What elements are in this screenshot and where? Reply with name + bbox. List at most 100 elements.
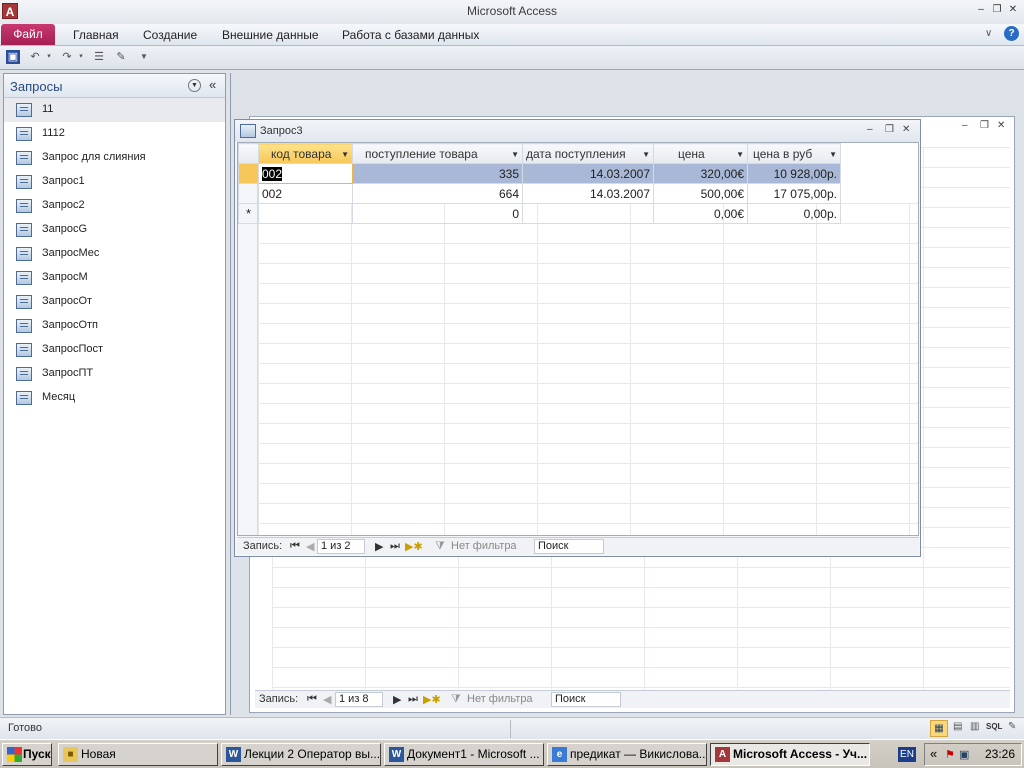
record-position-input[interactable]: 1 из 8 [335,692,383,707]
network-icon[interactable]: ▣ [959,748,969,761]
ribbon-collapse-icon[interactable]: ∨ [985,28,992,39]
tab-home[interactable]: Главная [73,28,119,42]
table-cell[interactable]: 320,00€ [653,163,748,184]
column-header[interactable]: код товара ▼ [258,143,353,164]
new-record-icon[interactable]: ▶✱ [405,540,423,553]
table-cell[interactable]: 002 [258,163,353,184]
save-icon[interactable]: ▣ [6,50,20,64]
nav-item-query[interactable]: ЗапросМес [4,242,225,266]
redo-dropdown-icon[interactable]: ▾ [74,50,88,64]
design-view-icon[interactable]: ✎ [1008,721,1016,732]
column-header[interactable]: дата поступления ▼ [522,143,654,164]
table-cell[interactable]: 335 [352,163,523,184]
table-cell[interactable]: 500,00€ [653,183,748,204]
record-position-input[interactable]: 1 из 2 [317,539,365,554]
first-record-icon[interactable]: ⏮ [290,540,300,553]
tab-database-tools[interactable]: Работа с базами данных [342,28,479,42]
column-header[interactable]: поступление товара ▼ [352,143,523,164]
table-cell[interactable]: 0,00р. [747,203,841,224]
table-row[interactable]: 002 335 14.03.2007 320,00€ 10 928,00р. [238,163,841,184]
column-dropdown-icon[interactable]: ▼ [511,150,519,159]
table-cell[interactable] [258,203,353,224]
table-cell[interactable]: 664 [352,183,523,204]
tab-external-data[interactable]: Внешние данные [222,28,319,42]
new-record-icon[interactable]: ▶✱ [423,693,441,706]
column-header[interactable]: цена в руб ▼ [747,143,841,164]
close-icon[interactable]: ✕ [902,124,910,135]
taskbar-item-word[interactable]: W Лекции 2 Оператор вы... [221,743,381,766]
table-cell[interactable]: 0 [352,203,523,224]
edit-icon[interactable]: ✎ [114,50,128,64]
taskbar-item-word[interactable]: W Документ1 - Microsoft ... [384,743,544,766]
tab-file[interactable]: Файл [1,24,55,45]
nav-item-query[interactable]: 1112 [4,122,225,146]
back-minimize-icon[interactable]: – [962,120,968,131]
search-input[interactable]: Поиск [551,692,621,707]
nav-menu-dropdown-icon[interactable]: ▼ [188,79,201,92]
minimize-icon[interactable]: – [867,124,873,135]
pivot-chart-view-icon[interactable]: ▥ [970,721,979,732]
first-record-icon[interactable]: ⏮ [307,693,317,706]
column-dropdown-icon[interactable]: ▼ [341,150,349,159]
select-all-corner[interactable] [238,143,259,164]
properties-icon[interactable]: ☰ [92,50,106,64]
nav-pane-header[interactable]: Запросы ▼ « [4,74,225,98]
column-dropdown-icon[interactable]: ▼ [642,150,650,159]
back-restore-icon[interactable]: ❐ [980,120,989,131]
nav-item-query[interactable]: ЗапросОтп [4,314,225,338]
taskbar-item-access[interactable]: A Microsoft Access - Уч... [710,743,870,766]
security-icon[interactable]: ⚑ [945,748,955,761]
language-indicator[interactable]: EN [898,747,916,762]
table-cell[interactable]: 17 075,00р. [747,183,841,204]
row-selector[interactable] [238,163,259,184]
close-icon[interactable]: ✕ [1006,3,1020,17]
table-cell[interactable]: 10 928,00р. [747,163,841,184]
column-dropdown-icon[interactable]: ▼ [736,150,744,159]
table-cell[interactable]: 14.03.2007 [522,163,654,184]
help-icon[interactable]: ? [1004,26,1019,41]
nav-item-query[interactable]: 11 [4,98,225,122]
nav-item-query[interactable]: Запрос для слияния [4,146,225,170]
filter-status[interactable]: Нет фильтра [451,540,517,552]
nav-item-query[interactable]: Запрос2 [4,194,225,218]
show-hidden-icons-icon[interactable]: « [930,746,937,761]
search-input[interactable]: Поиск [534,539,604,554]
table-cell[interactable]: 002 [258,183,353,204]
table-row[interactable]: 002 664 14.03.2007 500,00€ 17 075,00р. [238,183,841,204]
undo-icon[interactable]: ↶ [28,50,42,64]
filter-status[interactable]: Нет фильтра [467,693,533,705]
nav-item-query[interactable]: Месяц [4,386,225,410]
tab-create[interactable]: Создание [143,28,197,42]
pivot-table-view-icon[interactable]: ▤ [953,721,962,732]
next-record-icon[interactable]: ▶ [375,540,383,553]
restore-icon[interactable]: ❐ [990,3,1004,17]
restore-icon[interactable]: ❐ [885,124,894,135]
table-cell[interactable] [522,203,654,224]
back-close-icon[interactable]: ✕ [997,120,1005,131]
table-cell[interactable]: 14.03.2007 [522,183,654,204]
start-button[interactable]: Пуск [2,743,52,766]
taskbar-item-browser[interactable]: e предикат — Викислова... [547,743,707,766]
column-header[interactable]: цена ▼ [653,143,748,164]
query-window-titlebar[interactable]: Запрос3 – ❐ ✕ [235,120,920,142]
nav-item-query[interactable]: ЗапросОт [4,290,225,314]
last-record-icon[interactable]: ⏭ [390,540,400,553]
collapse-pane-icon[interactable]: « [209,77,216,92]
nav-item-query[interactable]: ЗапросG [4,218,225,242]
table-cell[interactable]: 0,00€ [653,203,748,224]
row-selector[interactable] [238,183,259,204]
nav-item-query[interactable]: ЗапросПост [4,338,225,362]
clock[interactable]: 23:26 [985,747,1015,761]
customize-toolbar-icon[interactable]: ▼ [137,50,151,64]
column-dropdown-icon[interactable]: ▼ [829,150,837,159]
new-record-row[interactable]: * 0 0,00€ 0,00р. [238,203,841,224]
taskbar-item-folder[interactable]: ■ Новая [58,743,218,766]
next-record-icon[interactable]: ▶ [393,693,401,706]
nav-item-query[interactable]: ЗапросМ [4,266,225,290]
nav-item-query[interactable]: Запрос1 [4,170,225,194]
last-record-icon[interactable]: ⏭ [408,693,418,706]
redo-icon[interactable]: ↷ [60,50,74,64]
query-datasheet-window[interactable]: Запрос3 – ❐ ✕ код товара ▼ поступление то… [234,119,921,557]
undo-dropdown-icon[interactable]: ▾ [42,50,56,64]
sql-view-icon[interactable]: SQL [986,722,1002,731]
